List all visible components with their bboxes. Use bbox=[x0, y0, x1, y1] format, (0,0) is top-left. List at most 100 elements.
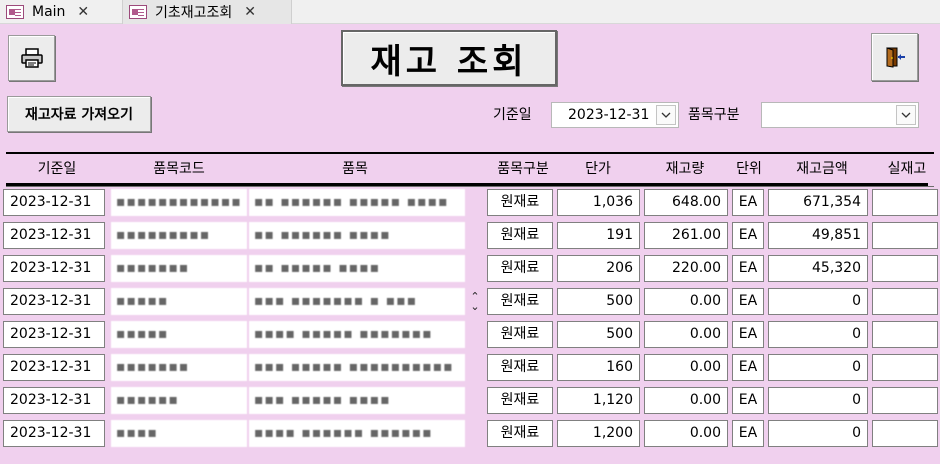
load-inventory-button[interactable]: 재고자료 가져오기 bbox=[7, 96, 151, 132]
cell-item-name[interactable]: ▪▪▪ ▪▪▪▪▪ ▪▪▪▪▪▪▪▪▪▪ bbox=[249, 354, 465, 381]
col-header-amount: 재고금액 bbox=[796, 161, 848, 177]
table-row: 2023-12-31 ▪▪▪▪▪▪ ▪▪▪ ▪▪▪▪▪ ▪▪▪▪ 원재료 1,120 0.… bbox=[0, 387, 940, 416]
cell-category[interactable]: 원재료 bbox=[487, 387, 553, 414]
cell-category[interactable]: 원재료 bbox=[487, 354, 553, 381]
table-row: 2023-12-31 ▪▪▪▪▪▪▪ ▪▪▪ ▪▪▪▪▪ ▪▪▪▪▪▪▪▪▪▪ 원재료… bbox=[0, 354, 940, 383]
cell-item-name[interactable]: ▪▪▪▪ ▪▪▪▪▪ ▪▪▪▪▪▪▪ bbox=[249, 321, 465, 348]
date-label: 기준일 bbox=[493, 107, 532, 123]
cell-price[interactable]: 1,036 bbox=[557, 189, 640, 216]
tab-inventory-query-label: 기초재고조회 bbox=[155, 5, 233, 21]
cell-item-code[interactable]: ▪▪▪▪ bbox=[111, 420, 247, 447]
cell-date[interactable]: 2023-12-31 bbox=[3, 420, 105, 447]
col-header-code: 품목코드 bbox=[153, 161, 205, 177]
cell-item-code[interactable]: ▪▪▪▪▪▪ bbox=[111, 387, 247, 414]
cell-amount[interactable]: 0 bbox=[768, 321, 868, 348]
cell-actual-stock[interactable] bbox=[872, 255, 938, 282]
print-button[interactable] bbox=[8, 35, 55, 81]
cell-quantity[interactable]: 648.00 bbox=[644, 189, 728, 216]
cell-actual-stock[interactable] bbox=[872, 387, 938, 414]
printer-icon bbox=[20, 48, 43, 68]
cell-quantity[interactable]: 0.00 bbox=[644, 420, 728, 447]
close-icon[interactable]: ✕ bbox=[77, 4, 89, 20]
cell-amount[interactable]: 671,354 bbox=[768, 189, 868, 216]
cell-item-name[interactable]: ▪▪ ▪▪▪▪▪▪ ▪▪▪▪ bbox=[249, 222, 465, 249]
col-header-qty: 재고량 bbox=[665, 161, 705, 177]
cell-item-code[interactable]: ▪▪▪▪▪ bbox=[111, 288, 247, 315]
category-dropdown[interactable] bbox=[761, 102, 919, 128]
cell-date[interactable]: 2023-12-31 bbox=[3, 288, 105, 315]
cell-item-code[interactable]: ▪▪▪▪▪ bbox=[111, 321, 247, 348]
cell-quantity[interactable]: 220.00 bbox=[644, 255, 728, 282]
cell-item-code[interactable]: ▪▪▪▪▪▪▪▪▪ bbox=[111, 222, 247, 249]
scroll-arrows-icon[interactable]: ⌃ ⌄ bbox=[466, 291, 484, 314]
cell-actual-stock[interactable] bbox=[872, 321, 938, 348]
cell-actual-stock[interactable] bbox=[872, 288, 938, 315]
cell-unit[interactable]: EA bbox=[732, 222, 764, 249]
cell-quantity[interactable]: 0.00 bbox=[644, 354, 728, 381]
cell-actual-stock[interactable] bbox=[872, 354, 938, 381]
chevron-down-icon[interactable] bbox=[896, 105, 916, 125]
cell-category[interactable]: 원재료 bbox=[487, 222, 553, 249]
cell-unit[interactable]: EA bbox=[732, 255, 764, 282]
cell-price[interactable]: 191 bbox=[557, 222, 640, 249]
cell-item-name[interactable]: ▪▪ ▪▪▪▪▪▪ ▪▪▪▪▪ ▪▪▪▪ bbox=[249, 189, 465, 216]
tab-inventory-query[interactable]: 기초재고조회 ✕ bbox=[122, 0, 292, 24]
col-header-unit: 단위 bbox=[736, 161, 762, 177]
cell-amount[interactable]: 45,320 bbox=[768, 255, 868, 282]
cell-quantity[interactable]: 0.00 bbox=[644, 387, 728, 414]
cell-date[interactable]: 2023-12-31 bbox=[3, 189, 105, 216]
cell-amount[interactable]: 0 bbox=[768, 387, 868, 414]
cell-quantity[interactable]: 261.00 bbox=[644, 222, 728, 249]
cell-quantity[interactable]: 0.00 bbox=[644, 288, 728, 315]
cell-price[interactable]: 500 bbox=[557, 288, 640, 315]
page-title: 재고 조회 bbox=[341, 30, 557, 86]
cell-price[interactable]: 500 bbox=[557, 321, 640, 348]
cell-category[interactable]: 원재료 bbox=[487, 189, 553, 216]
cell-date[interactable]: 2023-12-31 bbox=[3, 321, 105, 348]
cell-price[interactable]: 1,120 bbox=[557, 387, 640, 414]
cell-item-code[interactable]: ▪▪▪▪▪▪▪ bbox=[111, 354, 247, 381]
cell-date[interactable]: 2023-12-31 bbox=[3, 354, 105, 381]
cell-item-name[interactable]: ▪▪▪ ▪▪▪▪▪▪▪ ▪ ▪▪▪ bbox=[249, 288, 465, 315]
cell-date[interactable]: 2023-12-31 bbox=[3, 255, 105, 282]
cell-category[interactable]: 원재료 bbox=[487, 420, 553, 447]
cell-amount[interactable]: 0 bbox=[768, 354, 868, 381]
header-divider bbox=[6, 152, 934, 154]
cell-category[interactable]: 원재료 bbox=[487, 321, 553, 348]
cell-unit[interactable]: EA bbox=[732, 189, 764, 216]
cell-item-name[interactable]: ▪▪ ▪▪▪▪▪ ▪▪▪▪ bbox=[249, 255, 465, 282]
chevron-down-icon[interactable] bbox=[656, 105, 676, 125]
cell-item-name[interactable]: ▪▪▪▪ ▪▪▪▪▪▪ ▪▪▪▪▪▪ bbox=[249, 420, 465, 447]
cell-date[interactable]: 2023-12-31 bbox=[3, 222, 105, 249]
cell-item-code[interactable]: ▪▪▪▪▪▪▪▪▪▪▪▪ bbox=[111, 189, 247, 216]
cell-amount[interactable]: 0 bbox=[768, 288, 868, 315]
cell-date[interactable]: 2023-12-31 bbox=[3, 387, 105, 414]
cell-actual-stock[interactable] bbox=[872, 189, 938, 216]
col-header-date: 기준일 bbox=[37, 161, 77, 177]
tab-main[interactable]: Main ✕ bbox=[6, 0, 118, 24]
cell-item-code[interactable]: ▪▪▪▪▪▪▪ bbox=[111, 255, 247, 282]
tab-main-label: Main bbox=[32, 4, 66, 20]
cell-item-name[interactable]: ▪▪▪ ▪▪▪▪▪ ▪▪▪▪ bbox=[249, 387, 465, 414]
date-value: 2023-12-31 bbox=[568, 107, 650, 123]
cell-amount[interactable]: 49,851 bbox=[768, 222, 868, 249]
cell-price[interactable]: 206 bbox=[557, 255, 640, 282]
table-row: 2023-12-31 ▪▪▪▪▪▪▪ ▪▪ ▪▪▪▪▪ ▪▪▪▪ 원재료 206 220.… bbox=[0, 255, 940, 284]
cell-price[interactable]: 160 bbox=[557, 354, 640, 381]
cell-unit[interactable]: EA bbox=[732, 387, 764, 414]
col-header-actual: 실재고 bbox=[887, 161, 927, 177]
cell-category[interactable]: 원재료 bbox=[487, 255, 553, 282]
cell-unit[interactable]: EA bbox=[732, 288, 764, 315]
cell-unit[interactable]: EA bbox=[732, 321, 764, 348]
cell-category[interactable]: 원재료 bbox=[487, 288, 553, 315]
exit-button[interactable] bbox=[871, 33, 918, 81]
cell-quantity[interactable]: 0.00 bbox=[644, 321, 728, 348]
cell-unit[interactable]: EA bbox=[732, 420, 764, 447]
cell-unit[interactable]: EA bbox=[732, 354, 764, 381]
cell-price[interactable]: 1,200 bbox=[557, 420, 640, 447]
cell-actual-stock[interactable] bbox=[872, 420, 938, 447]
cell-actual-stock[interactable] bbox=[872, 222, 938, 249]
close-icon[interactable]: ✕ bbox=[244, 4, 256, 20]
date-dropdown[interactable]: 2023-12-31 bbox=[551, 102, 679, 128]
cell-amount[interactable]: 0 bbox=[768, 420, 868, 447]
